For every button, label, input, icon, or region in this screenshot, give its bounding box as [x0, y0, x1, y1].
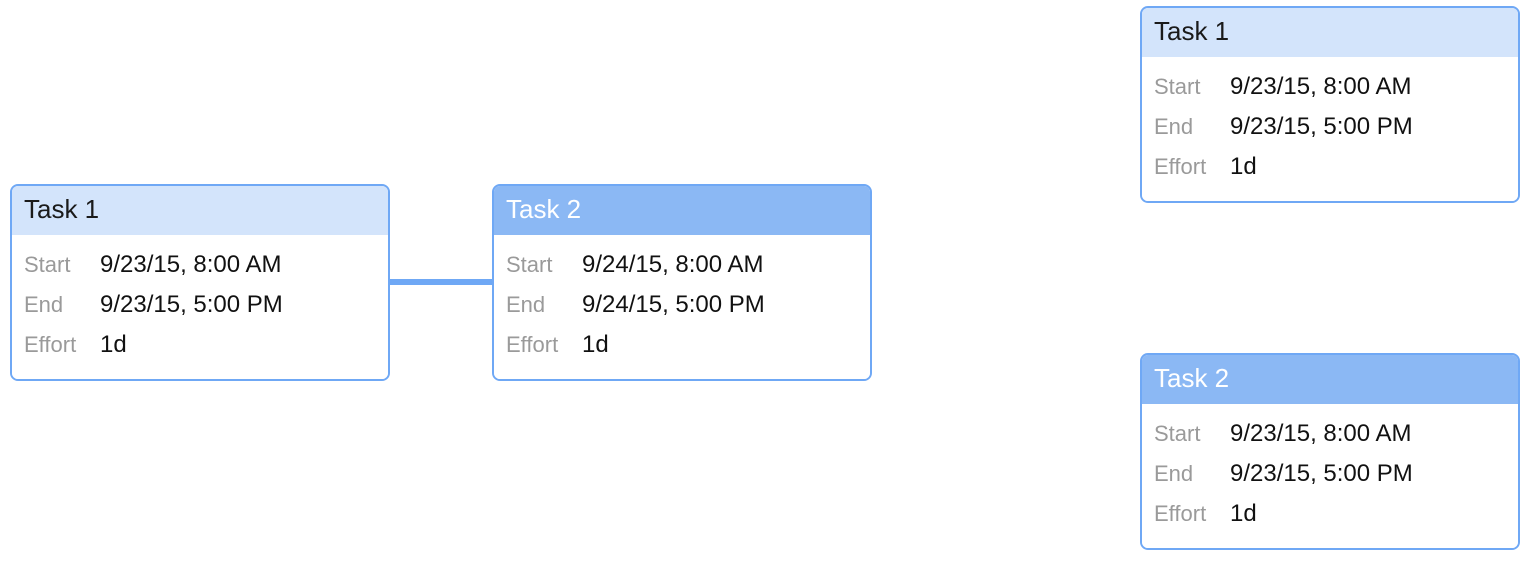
- task-row-start: Start 9/23/15, 8:00 AM: [1154, 414, 1506, 454]
- start-value: 9/23/15, 8:00 AM: [100, 251, 281, 279]
- task-card-left-1[interactable]: Task 1 Start 9/23/15, 8:00 AM End 9/23/1…: [10, 184, 390, 381]
- task-title: Task 1: [12, 186, 388, 235]
- end-value: 9/23/15, 5:00 PM: [1230, 113, 1413, 141]
- start-value: 9/23/15, 8:00 AM: [1230, 73, 1411, 101]
- start-label: Start: [1154, 74, 1230, 100]
- task-card-left-2[interactable]: Task 2 Start 9/24/15, 8:00 AM End 9/24/1…: [492, 184, 872, 381]
- task-body: Start 9/24/15, 8:00 AM End 9/24/15, 5:00…: [494, 235, 870, 379]
- effort-label: Effort: [24, 332, 100, 358]
- end-value: 9/23/15, 5:00 PM: [100, 291, 283, 319]
- end-label: End: [1154, 114, 1230, 140]
- task-row-end: End 9/24/15, 5:00 PM: [506, 285, 858, 325]
- task-title: Task 1: [1142, 8, 1518, 57]
- effort-value: 1d: [100, 331, 127, 359]
- task-row-effort: Effort 1d: [1154, 147, 1506, 187]
- task-row-start: Start 9/23/15, 8:00 AM: [24, 245, 376, 285]
- start-label: Start: [24, 252, 100, 278]
- task-row-end: End 9/23/15, 5:00 PM: [1154, 454, 1506, 494]
- effort-value: 1d: [1230, 500, 1257, 528]
- task-row-end: End 9/23/15, 5:00 PM: [24, 285, 376, 325]
- start-label: Start: [1154, 421, 1230, 447]
- task-body: Start 9/23/15, 8:00 AM End 9/23/15, 5:00…: [1142, 57, 1518, 201]
- task-row-effort: Effort 1d: [24, 325, 376, 365]
- end-value: 9/24/15, 5:00 PM: [582, 291, 765, 319]
- effort-value: 1d: [1230, 153, 1257, 181]
- task-row-effort: Effort 1d: [506, 325, 858, 365]
- end-label: End: [24, 292, 100, 318]
- effort-label: Effort: [506, 332, 582, 358]
- task-title: Task 2: [494, 186, 870, 235]
- task-card-right-1[interactable]: Task 1 Start 9/23/15, 8:00 AM End 9/23/1…: [1140, 6, 1520, 203]
- effort-value: 1d: [582, 331, 609, 359]
- task-row-end: End 9/23/15, 5:00 PM: [1154, 107, 1506, 147]
- start-value: 9/24/15, 8:00 AM: [582, 251, 763, 279]
- start-value: 9/23/15, 8:00 AM: [1230, 420, 1411, 448]
- start-label: Start: [506, 252, 582, 278]
- end-label: End: [1154, 461, 1230, 487]
- effort-label: Effort: [1154, 501, 1230, 527]
- diagram-canvas: Task 1 Start 9/23/15, 8:00 AM End 9/23/1…: [0, 0, 1540, 570]
- end-label: End: [506, 292, 582, 318]
- task-body: Start 9/23/15, 8:00 AM End 9/23/15, 5:00…: [12, 235, 388, 379]
- task-row-effort: Effort 1d: [1154, 494, 1506, 534]
- task-card-right-2[interactable]: Task 2 Start 9/23/15, 8:00 AM End 9/23/1…: [1140, 353, 1520, 550]
- end-value: 9/23/15, 5:00 PM: [1230, 460, 1413, 488]
- dependency-connector: [390, 279, 492, 285]
- task-row-start: Start 9/24/15, 8:00 AM: [506, 245, 858, 285]
- task-body: Start 9/23/15, 8:00 AM End 9/23/15, 5:00…: [1142, 404, 1518, 548]
- task-row-start: Start 9/23/15, 8:00 AM: [1154, 67, 1506, 107]
- effort-label: Effort: [1154, 154, 1230, 180]
- task-title: Task 2: [1142, 355, 1518, 404]
